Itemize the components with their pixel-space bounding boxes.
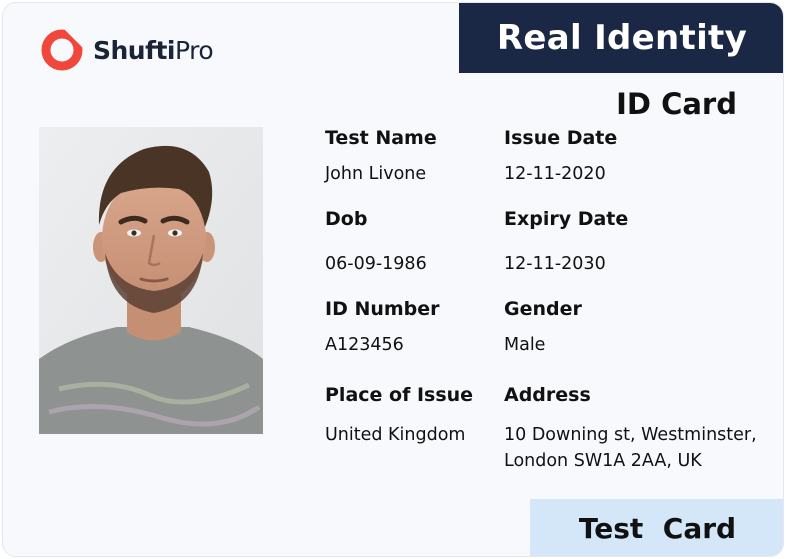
- shuftipro-ring-icon: [41, 27, 85, 71]
- expiry-date-label: Expiry Date: [504, 208, 629, 230]
- card-type-title: ID Card: [616, 87, 737, 121]
- dob-value: 06-09-1986: [325, 254, 427, 274]
- brand-logo: ShuftiPro: [39, 27, 214, 73]
- brand-name: ShuftiPro: [93, 35, 214, 65]
- brand-name-light: Pro: [175, 35, 214, 65]
- address-line1: 10 Downing st, Westminster,: [504, 425, 757, 445]
- place-of-issue-label: Place of Issue: [325, 384, 474, 406]
- name-value: John Livone: [325, 164, 427, 184]
- portrait-illustration: [39, 127, 263, 434]
- issue-date-value: 12-11-2020: [504, 164, 606, 184]
- address-label: Address: [504, 384, 591, 406]
- address-line2: London SW1A 2AA, UK: [504, 451, 702, 471]
- id-number-value: A123456: [325, 335, 404, 355]
- place-of-issue-value: United Kingdom: [325, 425, 466, 445]
- issue-date-label: Issue Date: [504, 127, 618, 149]
- footer-label: Test Card: [530, 499, 783, 556]
- id-number-label: ID Number: [325, 298, 440, 320]
- id-card: ShuftiPro Real Identity ID Card Test Nam…: [2, 2, 784, 557]
- expiry-date-value: 12-11-2030: [504, 254, 606, 274]
- header-title: Real Identity: [459, 3, 783, 73]
- gender-value: Male: [504, 335, 546, 355]
- name-label: Test Name: [325, 127, 437, 149]
- brand-name-bold: Shufti: [93, 35, 176, 65]
- portrait-photo: [39, 127, 263, 434]
- dob-label: Dob: [325, 208, 368, 230]
- gender-label: Gender: [504, 298, 582, 320]
